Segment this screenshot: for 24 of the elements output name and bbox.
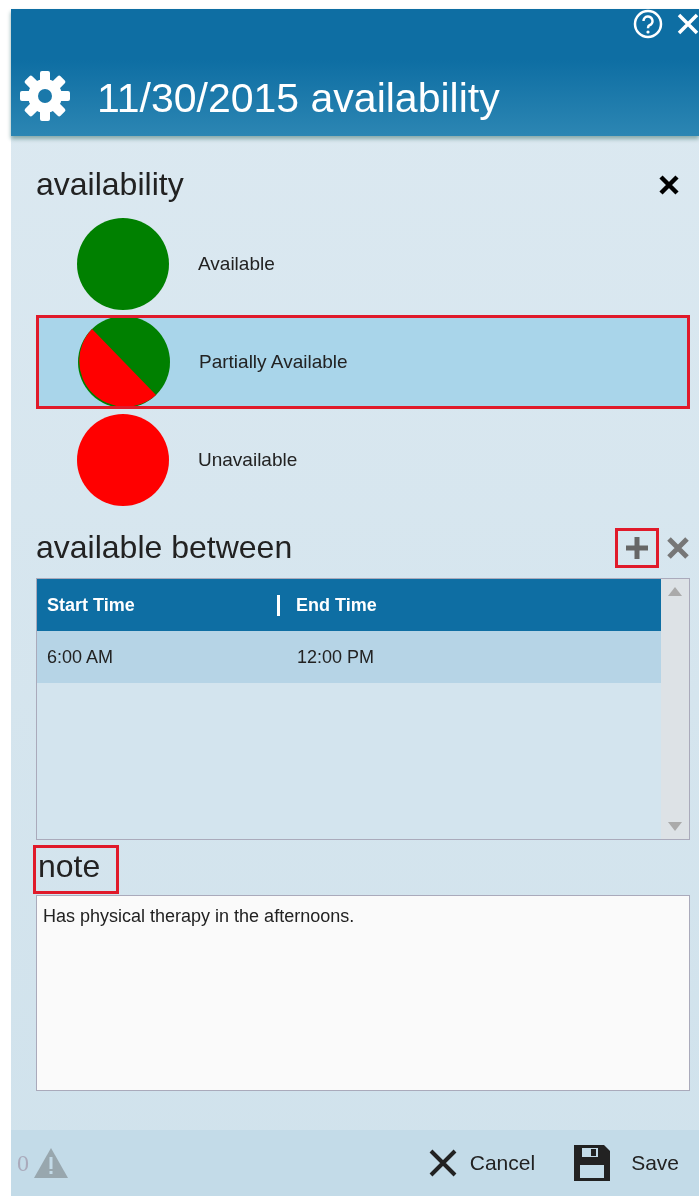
- plus-icon: [624, 534, 650, 561]
- filled-circle-icon: [77, 414, 169, 506]
- delete-icon[interactable]: [666, 535, 690, 560]
- warning-icon: [33, 1147, 69, 1179]
- section-heading: availability: [36, 166, 184, 203]
- close-icon[interactable]: [658, 173, 680, 196]
- table-row[interactable]: 6:00 AM 12:00 PM: [37, 631, 661, 683]
- half-circle-icon: [78, 316, 170, 408]
- column-header[interactable]: Start Time: [37, 594, 277, 616]
- help-icon[interactable]: [633, 9, 663, 39]
- cancel-button[interactable]: Cancel: [423, 1144, 540, 1182]
- column-header[interactable]: End Time: [277, 594, 517, 616]
- availability-option[interactable]: Unavailable: [36, 413, 690, 507]
- section-heading: available between: [36, 529, 293, 566]
- settings-icon[interactable]: [19, 70, 71, 122]
- note-field[interactable]: Has physical therapy in the afternoons.: [36, 895, 690, 1091]
- add-button[interactable]: [618, 530, 656, 565]
- availability-option[interactable]: Partially Available: [36, 315, 690, 409]
- section-heading: note: [36, 848, 117, 891]
- availability-option[interactable]: Available: [36, 217, 690, 311]
- save-button[interactable]: Save: [569, 1140, 683, 1186]
- close-icon: [427, 1148, 458, 1178]
- window-title: 11/30/2015 availability: [97, 75, 500, 122]
- full-circle-icon: [77, 218, 169, 310]
